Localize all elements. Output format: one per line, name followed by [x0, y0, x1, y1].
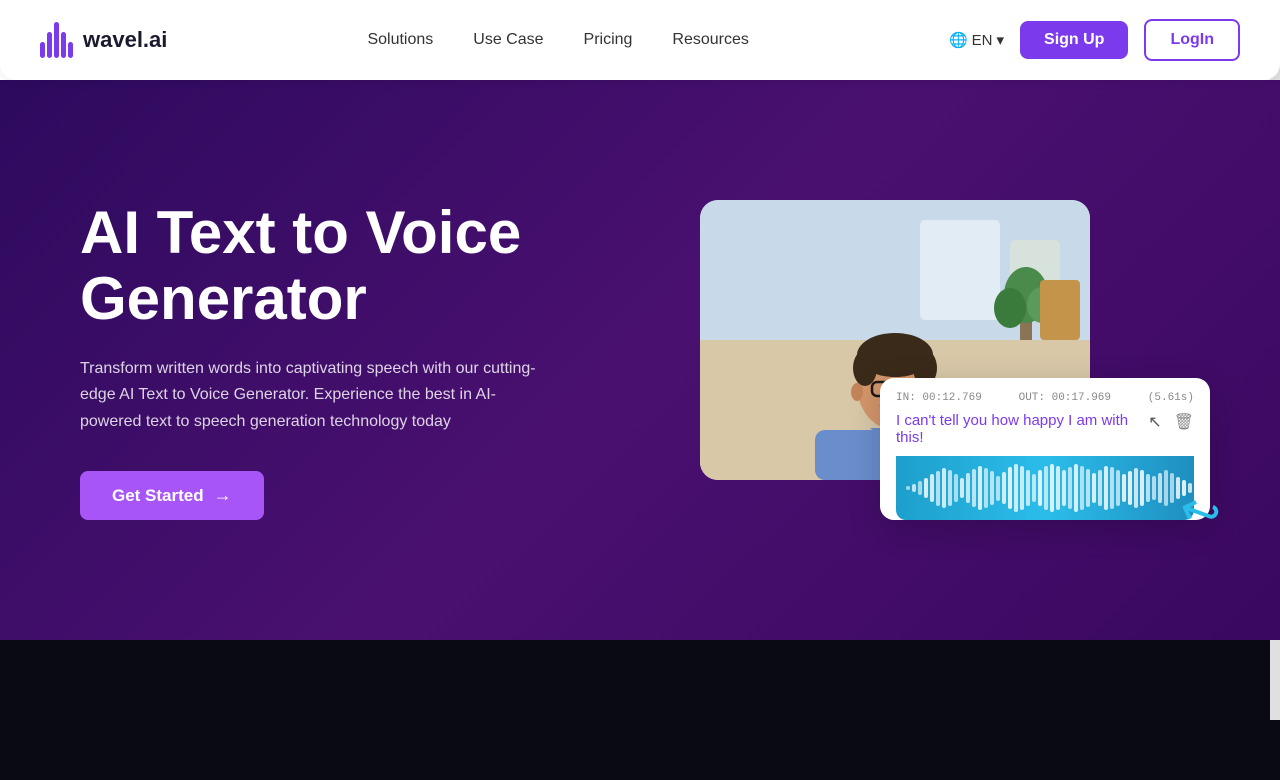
waveform-bar — [1098, 470, 1102, 506]
waveform-bar — [1068, 467, 1072, 509]
demo-quote-text: I can't tell you how happy I am with thi… — [896, 412, 1140, 446]
waveform-bar — [1170, 473, 1174, 503]
hero-left: AI Text to Voice Generator Transform wri… — [80, 200, 540, 520]
waveform-bar — [1044, 466, 1048, 510]
waveform-bar — [1032, 474, 1036, 502]
logo-bar-1 — [40, 42, 45, 58]
waveform-bar — [990, 471, 994, 505]
waveform-bar — [1074, 464, 1078, 512]
waveform-bar — [1050, 464, 1054, 512]
waveform-bar — [960, 478, 964, 498]
waveform-container — [896, 456, 1194, 520]
waveform-bar — [948, 470, 952, 506]
waveform-bar — [912, 484, 916, 492]
waveform-bar — [924, 478, 928, 498]
waveform-bar — [1152, 476, 1156, 500]
waveform-bar — [1086, 469, 1090, 507]
waveform-bar — [1014, 464, 1018, 512]
login-button[interactable]: LogIn — [1144, 19, 1240, 61]
logo-text: wavel.ai — [83, 27, 167, 53]
trash-icon: 🗑 — [1174, 412, 1194, 432]
waveform-bar — [1164, 470, 1168, 506]
waveform-bar — [918, 481, 922, 495]
signup-button[interactable]: Sign Up — [1020, 21, 1128, 59]
navbar: wavel.ai Solutions Use Case Pricing Reso… — [0, 0, 1280, 80]
waveform-bar — [942, 468, 946, 508]
demo-out-time: OUT: 00:17.969 — [1019, 392, 1111, 404]
waveform-bar — [1080, 466, 1084, 510]
waveform-bar — [1122, 474, 1126, 502]
nav-item-resources[interactable]: Resources — [672, 31, 748, 48]
language-selector[interactable]: 🌐 EN ▾ — [949, 31, 1004, 49]
waveform-bar — [930, 474, 934, 502]
below-fold-section — [0, 640, 1280, 780]
waveform-bar — [1002, 472, 1006, 504]
waveform-bar — [1008, 467, 1012, 509]
arrow-right-icon: → — [214, 485, 232, 506]
nav-right: 🌐 EN ▾ Sign Up LogIn — [949, 19, 1240, 61]
waveform-bar — [1104, 466, 1108, 510]
lang-label: EN — [972, 32, 993, 49]
demo-in-time: IN: 00:12.769 — [896, 392, 982, 404]
nav-links: Solutions Use Case Pricing Resources — [367, 31, 748, 49]
waveform-bar — [1092, 473, 1096, 503]
nav-item-pricing[interactable]: Pricing — [584, 31, 633, 48]
waveform-bar — [1128, 471, 1132, 505]
waveform-bar — [984, 468, 988, 508]
waveform-bar — [1110, 467, 1114, 509]
hero-section: AI Text to Voice Generator Transform wri… — [0, 80, 1280, 640]
logo-bar-3 — [54, 22, 59, 58]
logo-icon — [40, 22, 73, 58]
waveform-bar — [972, 469, 976, 507]
cursor-icon: ↖ — [1148, 412, 1161, 432]
get-started-button[interactable]: Get Started → — [80, 471, 264, 520]
waveform-bar — [1020, 466, 1024, 510]
waveform-bar — [1062, 470, 1066, 506]
logo-bar-2 — [47, 32, 52, 58]
nav-item-solutions[interactable]: Solutions — [367, 31, 433, 48]
waveform-bar — [936, 471, 940, 506]
demo-duration: (5.61s) — [1148, 392, 1194, 404]
waveform-bar — [1026, 470, 1030, 506]
waveform-bar — [906, 486, 910, 490]
waveform-bar — [1116, 470, 1120, 506]
hero-description: Transform written words into captivating… — [80, 356, 540, 435]
waveform-bar — [1146, 474, 1150, 502]
waveform-bar — [1140, 470, 1144, 506]
waveform-bar — [1158, 473, 1162, 503]
waveform-bar — [966, 473, 970, 503]
waveform-bar — [1038, 470, 1042, 506]
demo-card-meta: IN: 00:12.769 OUT: 00:17.969 (5.61s) — [896, 392, 1194, 404]
chevron-down-icon: ▾ — [996, 31, 1004, 49]
waveform-bar — [1176, 477, 1180, 499]
demo-overlay-card: IN: 00:12.769 OUT: 00:17.969 (5.61s) I c… — [880, 378, 1210, 520]
logo-bar-4 — [61, 32, 66, 58]
waveform-bar — [1134, 468, 1138, 508]
logo-link[interactable]: wavel.ai — [40, 22, 167, 58]
logo-bar-5 — [68, 42, 73, 58]
waveform-bar — [978, 466, 982, 510]
waveform-bar — [996, 476, 1000, 501]
hero-right: IN: 00:12.769 OUT: 00:17.969 (5.61s) I c… — [700, 200, 1200, 520]
hero-title: AI Text to Voice Generator — [80, 200, 540, 332]
globe-icon: 🌐 — [949, 31, 968, 49]
waveform-bar — [1056, 466, 1060, 510]
waveform-bar — [954, 474, 958, 502]
nav-item-usecase[interactable]: Use Case — [473, 31, 543, 48]
